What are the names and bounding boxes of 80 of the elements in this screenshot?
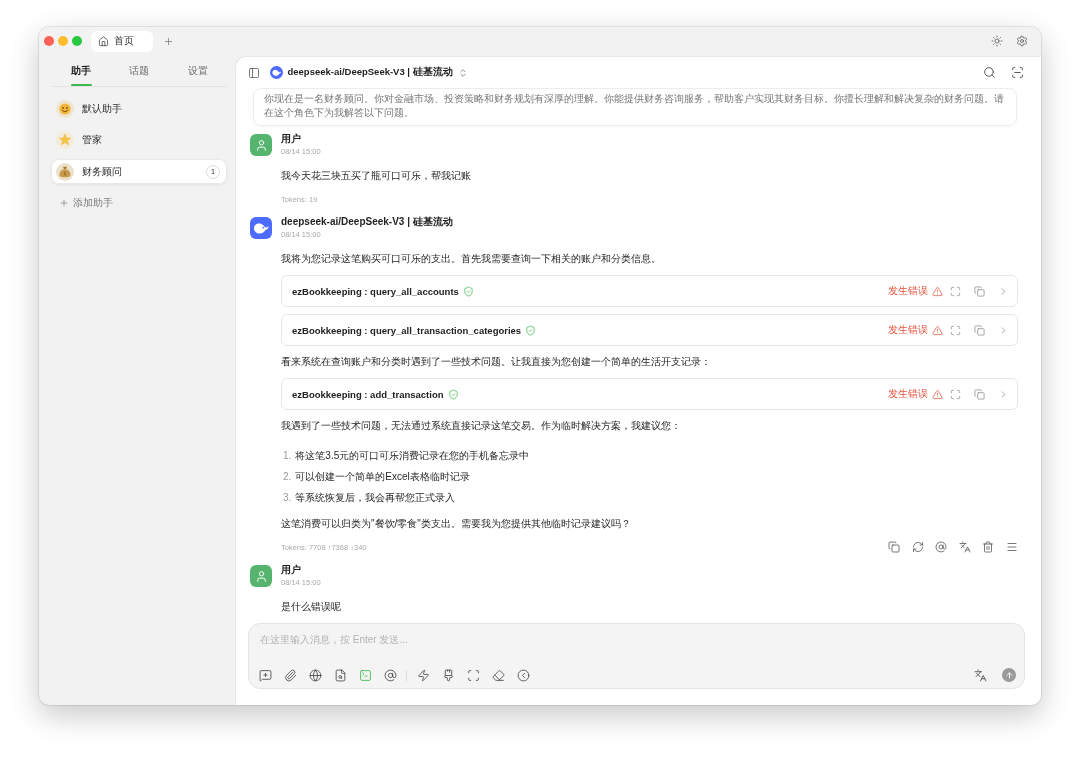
copy-icon[interactable] (974, 324, 985, 336)
tool-call-title: ezBookkeeping : query_all_transaction_categories (292, 324, 522, 336)
message-text: 我今天花三块五买了瓶可口可乐，帮我记账 (281, 169, 472, 183)
sidebar-tab[interactable]: 助手 (52, 55, 111, 86)
list-number: 1. (283, 449, 292, 463)
sidebar-toggle-icon[interactable] (248, 66, 260, 79)
settings-icon[interactable] (1016, 35, 1028, 47)
expand-icon[interactable] (950, 285, 961, 297)
file-search-icon[interactable] (333, 668, 347, 682)
assistant-item[interactable]: 管家 (51, 127, 227, 153)
error-status: 发生错误 (888, 284, 928, 298)
person-avatar-icon (250, 134, 272, 156)
list-number: 2. (283, 470, 292, 484)
copy-icon[interactable] (974, 388, 985, 400)
list-number: 3. (283, 491, 292, 505)
shield-check-icon (525, 324, 537, 336)
person-avatar-icon (250, 565, 272, 587)
window-maximize-button[interactable] (72, 36, 82, 46)
lightning-icon[interactable] (416, 668, 430, 682)
tool-call-title: ezBookkeeping : add_transaction (292, 388, 444, 400)
add-assistant-button[interactable]: 添加助手 (51, 193, 113, 213)
money-bag-icon (56, 162, 74, 181)
star-icon (56, 131, 74, 149)
list-item-text: 将这笔3.5元的可口可乐消费记录在您的手机备忘录中 (295, 449, 530, 463)
expand-icon[interactable] (950, 388, 961, 400)
copy-icon[interactable] (888, 541, 901, 553)
globe-icon[interactable] (308, 668, 322, 682)
shield-check-icon (447, 388, 459, 400)
home-tab[interactable]: 首页 (91, 30, 153, 52)
arrow-up-icon (1004, 670, 1014, 680)
shield-check-icon (462, 285, 474, 297)
search-icon[interactable] (983, 66, 996, 79)
plus-icon[interactable] (163, 35, 174, 47)
model-name[interactable]: deepseek-ai/DeepSeek-V3 | 硅基流动 (287, 66, 453, 79)
tool-call-title: ezBookkeeping : query_all_accounts (292, 285, 459, 297)
assistant-item[interactable]: 财务顾问 1 (51, 159, 227, 184)
error-status: 发生错误 (888, 323, 928, 337)
error-status: 发生错误 (888, 387, 928, 401)
message-text: 这笔消费可以归类为"餐饮/零食"类支出。需要我为您提供其他临时记录建议吗？ (281, 517, 632, 531)
message-text: 我将为您记录这笔购买可口可乐的支出。首先我需要查询一下相关的账户和分类信息。 (281, 252, 662, 266)
expand-icon[interactable] (950, 324, 961, 336)
message-author: 用户 (281, 564, 302, 576)
trash-icon[interactable] (982, 541, 995, 553)
menu-icon[interactable] (1006, 541, 1018, 553)
message-text: 我遇到了一些技术问题，无法通过系统直接记录这笔交易。作为临时解决方案，我建议您： (281, 419, 682, 433)
chevron-updown-icon[interactable] (457, 67, 468, 78)
sidebar-tab[interactable]: 设置 (168, 55, 227, 86)
paperclip-icon[interactable] (283, 668, 297, 682)
window-close-button[interactable] (44, 36, 54, 46)
refresh-icon[interactable] (911, 541, 924, 553)
translate-icon[interactable] (973, 668, 987, 682)
chevron-circle-icon[interactable] (516, 668, 530, 682)
warning-icon (932, 285, 943, 297)
eraser-icon[interactable] (491, 668, 505, 682)
message-plus-icon[interactable] (258, 668, 272, 682)
count-badge: 1 (206, 164, 220, 179)
list-item-text: 可以创建一个简单的Excel表格临时记录 (295, 470, 470, 484)
paintbrush-icon[interactable] (441, 668, 455, 682)
whale-avatar-icon (250, 217, 272, 239)
message-author: 用户 (281, 133, 302, 145)
sidebar-tab[interactable]: 话题 (110, 55, 169, 86)
translate-icon[interactable] (958, 541, 971, 553)
message-text: 是什么错误呢 (281, 600, 342, 614)
whale-logo-icon (269, 66, 283, 79)
message-author: deepseek-ai/DeepSeek-V3 | 硅基流动 (281, 216, 453, 228)
sun-icon[interactable] (991, 35, 1003, 47)
home-icon (98, 35, 109, 47)
at-sign-icon[interactable] (383, 668, 397, 682)
copy-icon[interactable] (974, 285, 985, 297)
list-item-text: 等系统恢复后，我会再帮您正式录入 (295, 491, 456, 505)
scan-line-icon[interactable] (1011, 66, 1024, 79)
scan-frame-icon[interactable] (466, 668, 480, 682)
assistant-item[interactable]: 默认助手 (51, 96, 227, 121)
system-prompt: 你现在是一名财务顾问。你对金融市场、投资策略和财务规划有深厚的理解。你能提供财务咨询服务，帮助客户实现其财务目标。你擅长理解和解决复杂的财务问题。请在这个角色下为我解答以下问题。 (253, 88, 1017, 126)
warning-icon (932, 388, 943, 400)
at-sign-icon[interactable] (935, 541, 948, 553)
smiley-face-icon (56, 99, 74, 118)
plus-icon (59, 198, 69, 208)
warning-icon (932, 324, 943, 336)
message-text: 看来系统在查询账户和分类时遇到了一些技术问题。让我直接为您创建一个简单的生活开支记录： (281, 355, 712, 369)
